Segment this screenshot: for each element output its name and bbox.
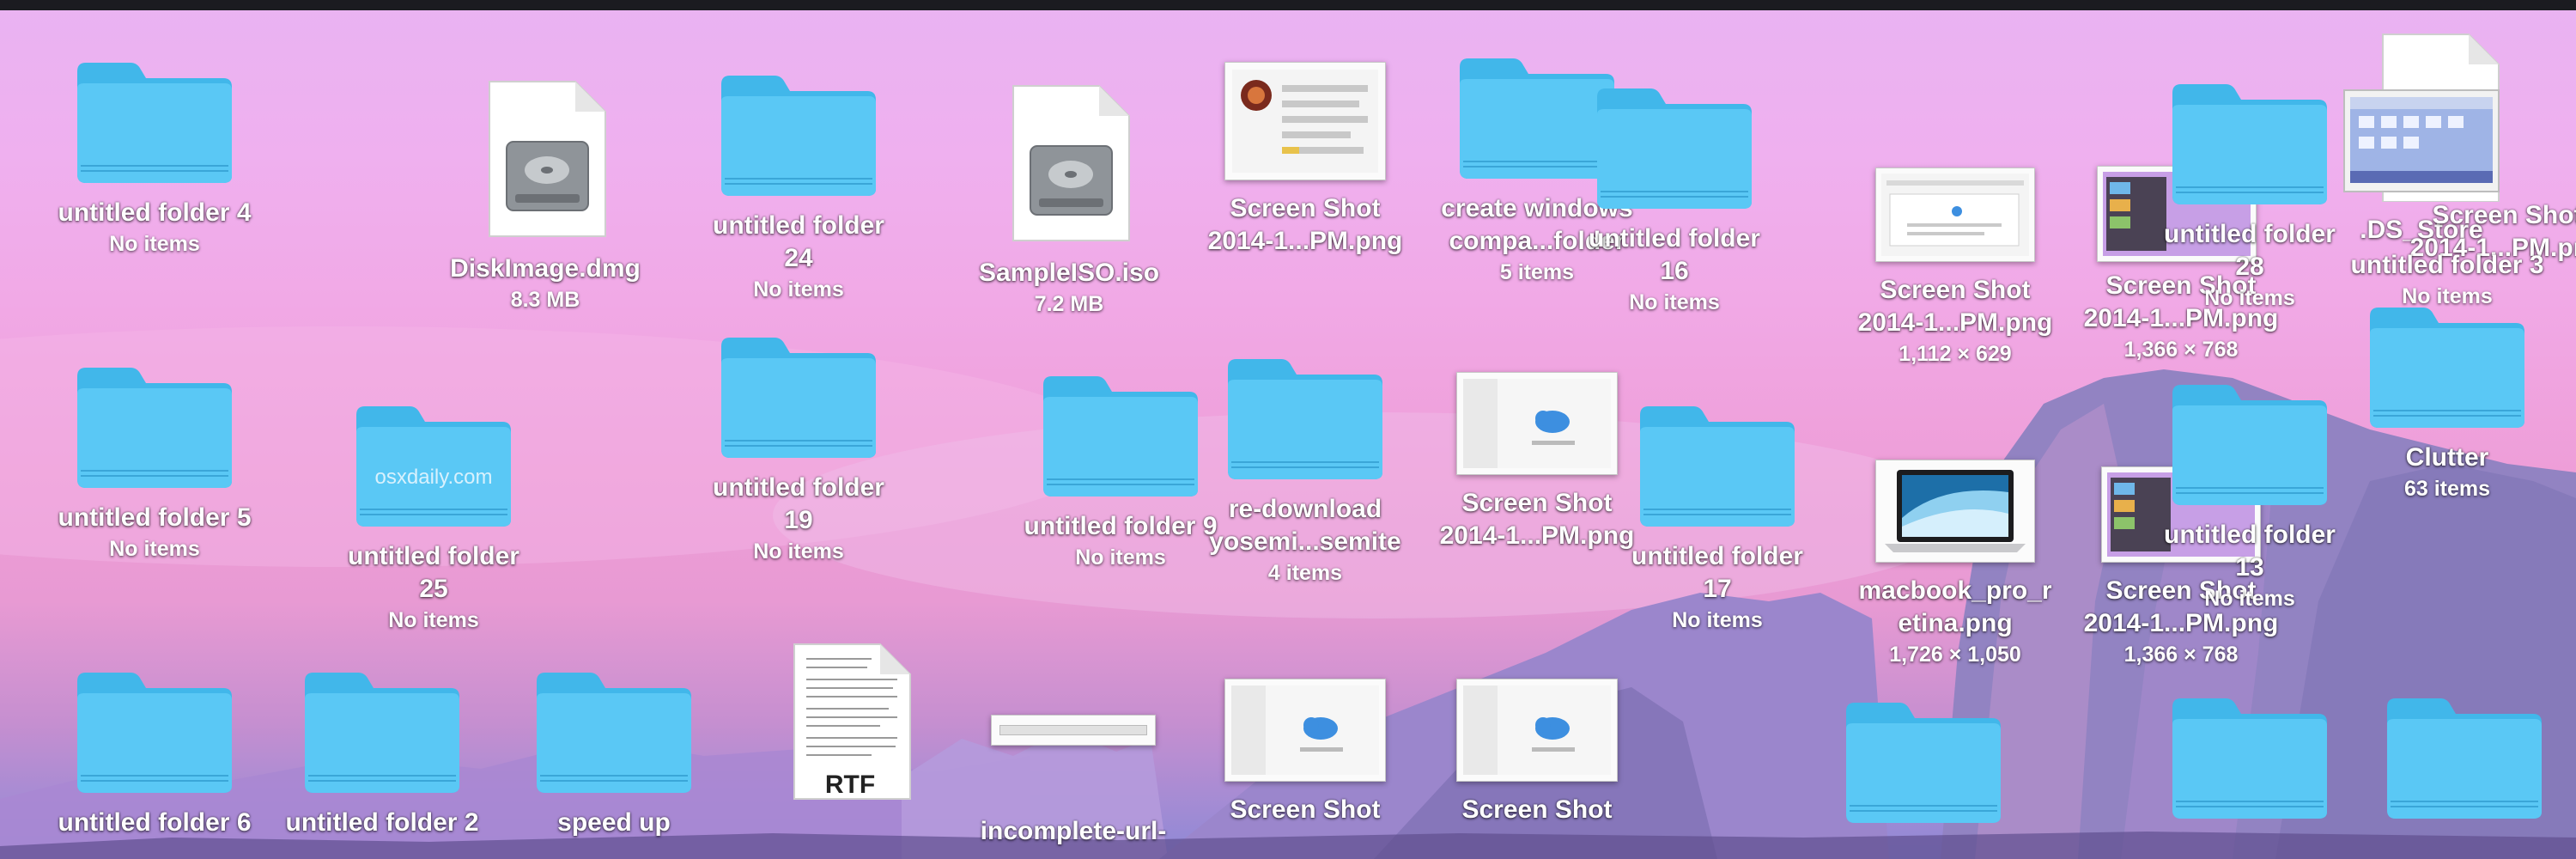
icon-sublabel: No items	[388, 608, 479, 632]
desktop-icon-screenshot[interactable]: Screen Shot 2014-1...PM.png 1,112 × 629	[1844, 159, 2067, 369]
macbook-thumbnail	[1844, 460, 2067, 563]
icon-label: macbook_pro_r etina.png	[1858, 576, 2052, 637]
desktop-icon-folder[interactable]: untitled folder 17 No items	[1606, 391, 1829, 635]
desktop-icon-folder[interactable]: Clutter 63 items	[2336, 292, 2559, 503]
screenshot-thumbnail	[1194, 666, 1417, 782]
folder-icon	[502, 657, 726, 795]
icon-label: untitled folder 2	[285, 808, 479, 837]
desktop-icon-folder[interactable]: osxdaily.com untitled folder 25 No items	[322, 391, 545, 635]
icon-sublabel: No items	[1672, 608, 1763, 632]
folder-icon	[2138, 369, 2361, 507]
icon-label: re-download yosemi...semite	[1209, 495, 1401, 556]
folder-icon	[2336, 292, 2559, 430]
desktop-icon-disk-image[interactable]: DiskImage.dmg 8.3 MB	[434, 77, 657, 314]
folder-icon	[1563, 73, 1786, 210]
screenshot-thumbnail	[1425, 666, 1649, 782]
desktop-icon-folder[interactable]: untitled folder 16 No items	[1563, 73, 1786, 317]
document-icon	[2310, 30, 2533, 202]
desktop-icon-folder[interactable]: untitled folder 2	[270, 657, 494, 839]
icon-sublabel: 8.3 MB	[510, 288, 580, 312]
folder-icon	[43, 657, 266, 795]
desktop-icon-screenshot[interactable]: Screen Shot 2014-1...PM.png	[1194, 52, 1417, 258]
folder-icon: osxdaily.com	[322, 391, 545, 528]
folder-icon	[1194, 344, 1417, 481]
icon-sublabel: No items	[2204, 286, 2295, 310]
icon-label: untitled folder 13	[2164, 521, 2336, 582]
icon-label: untitled folder 24	[713, 211, 884, 272]
icon-label: Screen Shot 2014-1...PM.png	[1857, 276, 2053, 337]
desktop-icon-screenshot[interactable]: Screen Shot	[1194, 666, 1417, 826]
icon-label: Screen Shot	[1461, 795, 1613, 824]
desktop-icon-screenshot[interactable]: incomplete-url-	[962, 657, 1185, 848]
screenshot-thumbnail	[1844, 159, 2067, 262]
icon-label: untitled folder 25	[348, 542, 519, 603]
folder-icon	[2353, 683, 2576, 820]
icon-sublabel: No items	[1629, 290, 1720, 314]
folder-icon	[687, 60, 910, 198]
desktop-icon-folder[interactable]: re-download yosemi...semite 4 items	[1194, 344, 1417, 588]
desktop-icon-rtf-document[interactable]: RTF	[738, 640, 962, 803]
icon-sublabel: 1,726 × 1,050	[1889, 643, 2021, 667]
icon-sublabel: No items	[753, 277, 844, 302]
icon-sublabel: No items	[2204, 587, 2295, 611]
folder-icon	[1606, 391, 1829, 528]
icon-label: untitled folder 16	[1589, 224, 1760, 285]
icon-label: untitled folder 5	[58, 503, 252, 532]
folder-icon	[43, 47, 266, 185]
icon-sublabel: 63 items	[2403, 477, 2491, 501]
desktop: untitled folder 4 No items untitled fold…	[0, 0, 2576, 859]
icon-sublabel: 1,366 × 768	[2123, 643, 2239, 667]
folder-icon	[687, 322, 910, 460]
rtf-badge: RTF	[824, 771, 876, 799]
folder-icon	[2138, 683, 2361, 820]
desktop-icon-image[interactable]: macbook_pro_r etina.png 1,726 × 1,050	[1844, 460, 2067, 669]
desktop-icon-folder[interactable]: untitled folder 5 No items	[43, 352, 266, 564]
icon-label: incomplete-url-	[980, 817, 1167, 845]
disk-image-icon	[957, 82, 1181, 245]
icon-sublabel: No items	[109, 537, 200, 561]
icon-sublabel: 7.2 MB	[1034, 292, 1104, 316]
icon-label: untitled folder 19	[713, 473, 884, 534]
icon-label: untitled folder 4	[58, 198, 252, 227]
disk-image-icon	[434, 77, 657, 241]
folder-icon	[1812, 687, 2035, 825]
desktop-icon-folder[interactable]	[2138, 683, 2361, 820]
desktop-icon-folder[interactable]: untitled folder 4 No items	[43, 47, 266, 259]
desktop-icon-disk-image[interactable]: SampleISO.iso 7.2 MB	[957, 82, 1181, 319]
desktop-icon-folder[interactable]: untitled folder 24 No items	[687, 60, 910, 304]
icon-label: speed up	[557, 808, 671, 837]
desktop-icon-folder[interactable]: untitled folder 6	[43, 657, 266, 839]
osxdaily-watermark: osxdaily.com	[375, 466, 493, 489]
icon-sublabel: 1,366 × 768	[2123, 338, 2239, 362]
menu-bar	[0, 0, 2576, 10]
url-bar-thumbnail	[962, 657, 1185, 803]
icon-label: DiskImage.dmg	[450, 254, 641, 283]
icon-label: untitled folder 3	[2350, 251, 2544, 279]
desktop-icon-folder[interactable]	[2353, 683, 2576, 820]
icon-sublabel: No items	[753, 539, 844, 564]
icon-sublabel: No items	[109, 232, 200, 256]
icon-sublabel: 1,112 × 629	[1899, 342, 2012, 366]
icon-label: untitled folder 17	[1631, 542, 1803, 603]
desktop-icon-folder[interactable]: untitled folder 19 No items	[687, 322, 910, 566]
desktop-icon-folder[interactable]: untitled folder 13 No items	[2138, 369, 2361, 613]
desktop-icon-screenshot[interactable]: Screen Shot	[1425, 666, 1649, 826]
folder-icon	[270, 657, 494, 795]
icon-label: untitled folder 6	[58, 808, 252, 837]
icon-label: Screen Shot	[1230, 795, 1381, 824]
icon-label: Clutter	[2405, 443, 2489, 472]
folder-icon	[43, 352, 266, 490]
desktop-icon-folder[interactable]	[1812, 687, 2035, 825]
icon-label: Screen Shot 2014-1...PM.png	[1207, 194, 1403, 255]
screenshot-thumbnail	[1194, 52, 1417, 180]
icon-sublabel: 4 items	[1267, 561, 1343, 585]
desktop-icon-folder[interactable]: speed up	[502, 657, 726, 839]
icon-label: SampleISO.iso	[978, 259, 1160, 287]
